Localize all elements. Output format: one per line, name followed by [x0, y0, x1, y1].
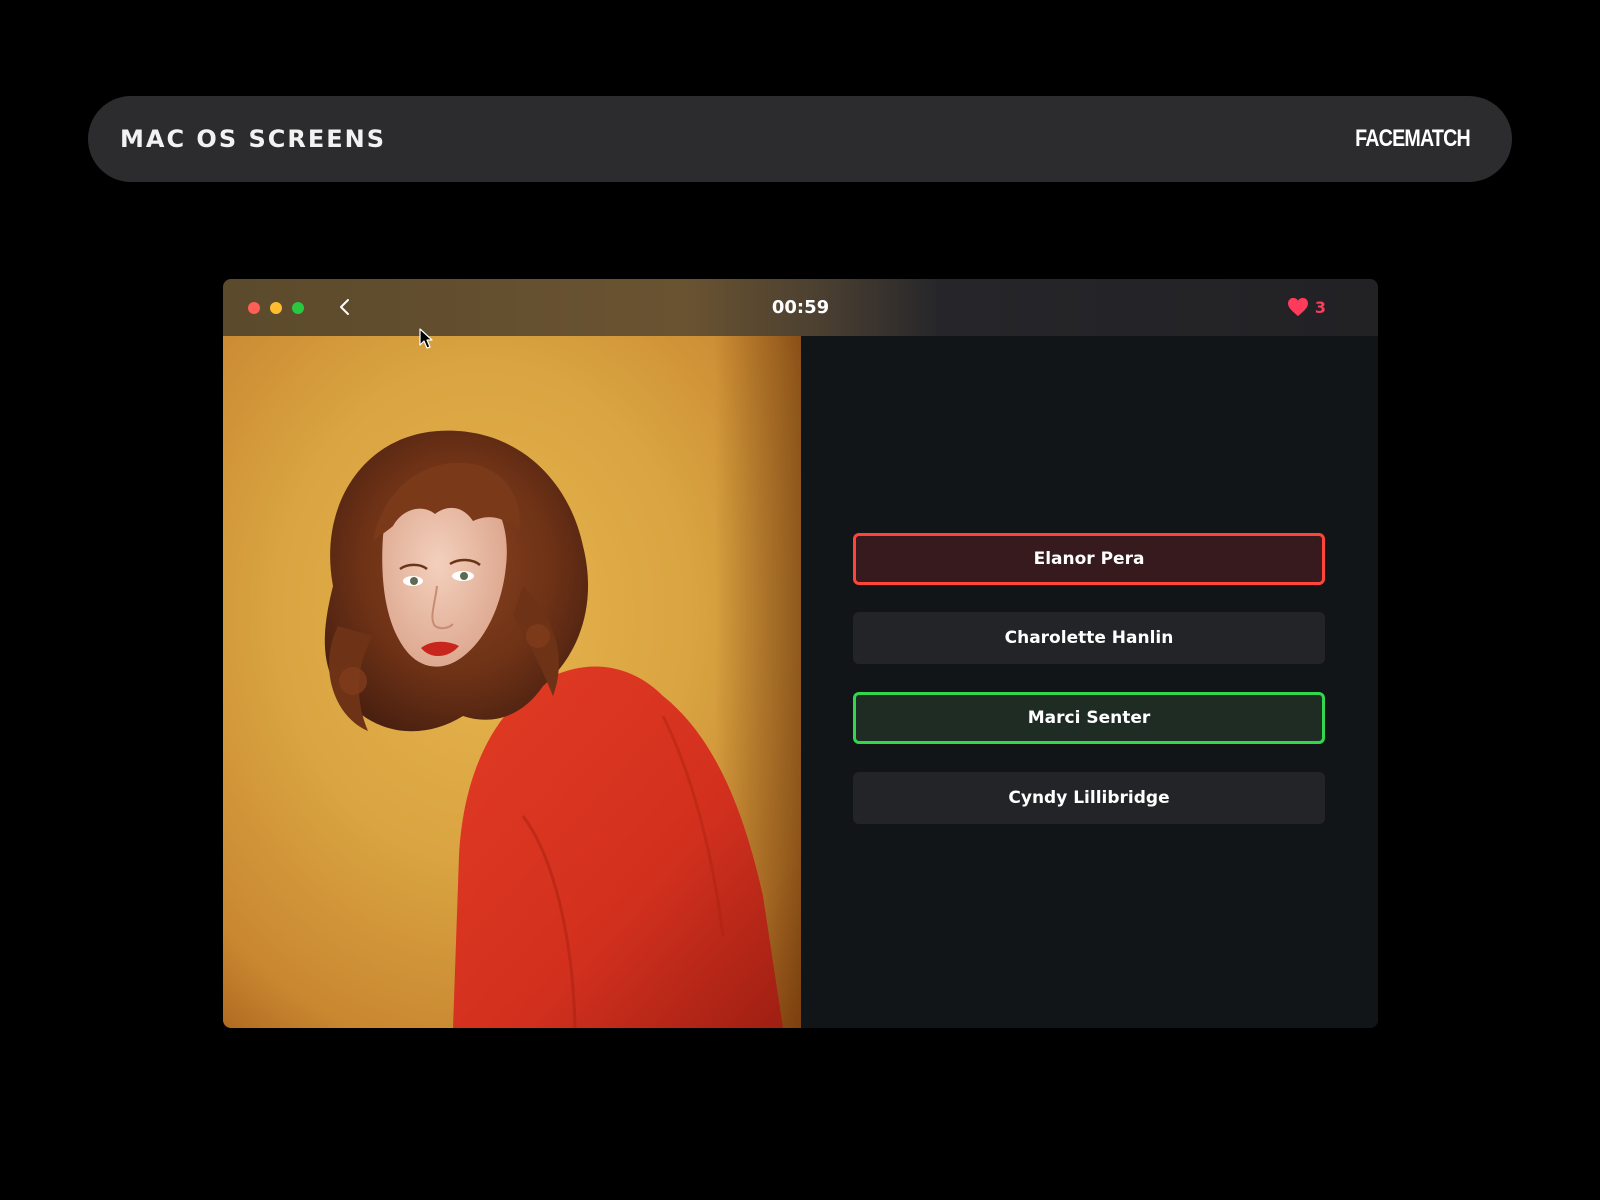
banner-title: MAC OS SCREENS — [120, 125, 387, 153]
zoom-window-button[interactable] — [292, 302, 304, 314]
lives-count: 3 — [1314, 297, 1326, 317]
window-titlebar: 00:59 3 — [223, 279, 1378, 336]
close-window-button[interactable] — [248, 302, 260, 314]
answer-option-4[interactable]: Cyndy Lillibridge — [853, 772, 1325, 824]
answer-option-2[interactable]: Charolette Hanlin — [853, 612, 1325, 664]
portrait-image — [223, 336, 801, 1028]
portrait-photo — [223, 336, 801, 1028]
back-button[interactable] — [333, 295, 357, 319]
answer-option-1[interactable]: Elanor Pera — [853, 533, 1325, 585]
minimize-window-button[interactable] — [270, 302, 282, 314]
brand-logo: FACEMATCH — [1355, 125, 1471, 152]
countdown-timer: 00:59 — [771, 297, 830, 318]
window-controls — [248, 302, 304, 314]
app-window: 00:59 3 Elanor Pera Charolette Hanlin Ma… — [223, 279, 1378, 1028]
top-banner: MAC OS SCREENS FACEMATCH — [88, 96, 1512, 182]
chevron-left-icon — [340, 299, 349, 315]
answer-option-3[interactable]: Marci Senter — [853, 692, 1325, 744]
answers-panel: Elanor Pera Charolette Hanlin Marci Sent… — [801, 336, 1378, 1028]
heart-icon — [1287, 297, 1308, 317]
lives-counter: 3 — [1287, 297, 1326, 317]
